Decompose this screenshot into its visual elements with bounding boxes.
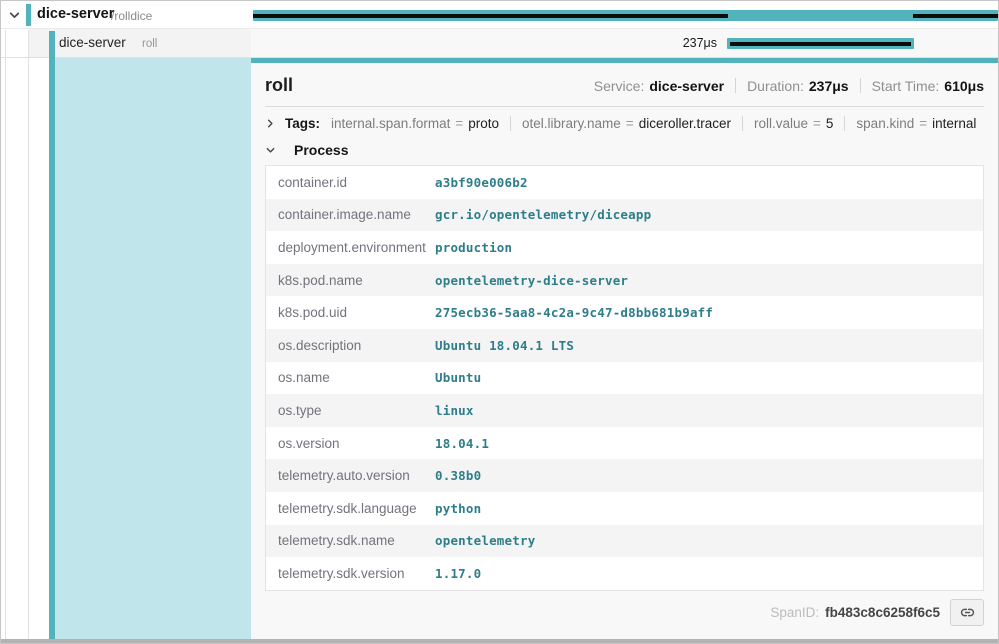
process-table-row: container.ida3bf90e006b2 xyxy=(266,166,983,199)
process-table-row: telemetry.sdk.nameopentelemetry xyxy=(266,525,983,558)
tag-item: roll.value = 5 xyxy=(742,116,844,131)
span-bar-rolldice[interactable] xyxy=(253,10,998,21)
equals-sign: = xyxy=(813,116,821,131)
attribute-key: os.description xyxy=(266,338,435,353)
attribute-key: deployment.environment xyxy=(266,240,435,255)
tags-label: Tags: xyxy=(285,116,320,131)
tag-key: span.kind xyxy=(856,116,914,131)
tag-key: internal.span.format xyxy=(331,116,450,131)
attribute-value: a3bf90e006b2 xyxy=(435,175,528,190)
equals-sign: = xyxy=(626,116,634,131)
duration-value: 237μs xyxy=(809,78,849,94)
attribute-value: 275ecb36-5aa8-4c2a-9c47-d8bb681b9aff xyxy=(435,305,713,320)
chevron-right-icon xyxy=(265,118,276,129)
separator xyxy=(735,78,736,93)
duration-label: Duration: xyxy=(747,78,804,94)
attribute-key: os.name xyxy=(266,370,435,385)
attribute-key: container.id xyxy=(266,175,435,190)
span-detail-panel: roll Service: dice-server Duration: 237μ… xyxy=(251,58,998,639)
process-table-row: telemetry.sdk.version1.17.0 xyxy=(266,557,983,590)
tag-value: proto xyxy=(468,116,499,131)
process-attributes-table: container.ida3bf90e006b2container.image.… xyxy=(265,165,984,591)
process-label: Process xyxy=(294,142,348,158)
link-icon xyxy=(959,604,976,621)
span-row-rolldice[interactable]: dice-server /rolldice xyxy=(1,1,998,29)
attribute-value: gcr.io/opentelemetry/diceapp xyxy=(435,207,651,222)
attribute-key: os.version xyxy=(266,436,435,451)
trace-timeline-view: dice-server /rolldice dice-server roll 2… xyxy=(0,0,999,644)
attribute-value: opentelemetry-dice-server xyxy=(435,273,628,288)
attribute-key: telemetry.sdk.version xyxy=(266,566,435,581)
span-service-name: dice-server xyxy=(59,35,126,50)
tag-item: otel.library.name = diceroller.tracer xyxy=(510,116,742,131)
tag-key: roll.value xyxy=(754,116,808,131)
indent-guide xyxy=(5,30,6,639)
attribute-value: production xyxy=(435,240,512,255)
span-color-bar xyxy=(26,4,31,26)
start-time-value: 610μs xyxy=(944,78,984,94)
tag-item: internal.span.format = proto xyxy=(331,116,510,131)
process-table-row: os.nameUbuntu xyxy=(266,362,983,395)
tags-accordion-header[interactable]: Tags: internal.span.format = proto otel.lib… xyxy=(265,107,984,139)
span-operation-name: roll xyxy=(142,38,157,50)
equals-sign: = xyxy=(455,116,463,131)
tag-item: span.kind = internal xyxy=(844,116,987,131)
process-table-row: os.descriptionUbuntu 18.04.1 LTS xyxy=(266,329,983,362)
process-table-row: os.typelinux xyxy=(266,394,983,427)
start-time-label: Start Time: xyxy=(872,78,940,94)
process-table-row: telemetry.auto.version0.38b0 xyxy=(266,459,983,492)
attribute-key: container.image.name xyxy=(266,207,435,222)
attribute-value: Ubuntu xyxy=(435,370,481,385)
indent-guide xyxy=(28,30,29,639)
equals-sign: = xyxy=(919,116,927,131)
span-operation-name: /rolldice xyxy=(111,9,152,23)
span-overview-metrics: Service: dice-server Duration: 237μs Sta… xyxy=(594,78,984,94)
tags-list: internal.span.format = proto otel.library.n… xyxy=(331,116,987,131)
attribute-key: os.type xyxy=(266,403,435,418)
span-bar-roll[interactable] xyxy=(727,38,914,49)
attribute-key: k8s.pod.uid xyxy=(266,305,435,320)
process-table-row: container.image.namegcr.io/opentelemetry… xyxy=(266,199,983,232)
attribute-key: k8s.pod.name xyxy=(266,273,435,288)
separator xyxy=(860,78,861,93)
tag-key: otel.library.name xyxy=(522,116,621,131)
tag-value: diceroller.tracer xyxy=(639,116,731,131)
span-detail-footer: SpanID: fb483c8c6258f6c5 xyxy=(265,591,984,634)
attribute-value: 0.38b0 xyxy=(435,468,481,483)
span-self-time-segment xyxy=(730,42,911,46)
process-table-row: deployment.environmentproduction xyxy=(266,231,983,264)
span-service-name: dice-server xyxy=(37,6,114,22)
attribute-value: python xyxy=(435,501,481,516)
attribute-value: 18.04.1 xyxy=(435,436,489,451)
process-table-row: os.version18.04.1 xyxy=(266,427,983,460)
process-accordion-header[interactable]: Process xyxy=(265,139,984,165)
attribute-key: telemetry.sdk.name xyxy=(266,533,435,548)
span-duration-label: 237μs xyxy=(683,36,717,50)
tag-value: 5 xyxy=(826,116,834,131)
chevron-down-icon xyxy=(265,145,276,156)
attribute-value: 1.17.0 xyxy=(435,566,481,581)
attribute-value: Ubuntu 18.04.1 LTS xyxy=(435,338,574,353)
deep-link-button[interactable] xyxy=(950,599,984,626)
attribute-key: telemetry.auto.version xyxy=(266,468,435,483)
horizontal-scrollbar[interactable] xyxy=(1,639,998,643)
process-table-row: k8s.pod.nameopentelemetry-dice-server xyxy=(266,264,983,297)
collapse-children-chevron-icon[interactable] xyxy=(7,9,21,23)
spanid-value: fb483c8c6258f6c5 xyxy=(825,605,940,620)
attribute-key: telemetry.sdk.language xyxy=(266,501,435,516)
service-label: Service: xyxy=(594,78,645,94)
span-self-time-segment xyxy=(913,14,998,18)
process-table-row: k8s.pod.uid275ecb36-5aa8-4c2a-9c47-d8bb6… xyxy=(266,296,983,329)
selected-span-tint-block xyxy=(55,58,251,639)
span-detail-header: roll Service: dice-server Duration: 237μ… xyxy=(265,63,984,107)
spanid-label: SpanID: xyxy=(770,605,819,620)
span-self-time-segment xyxy=(253,14,728,18)
process-table-row: telemetry.sdk.languagepython xyxy=(266,492,983,525)
service-value: dice-server xyxy=(649,78,724,94)
attribute-value: opentelemetry xyxy=(435,533,535,548)
span-detail-title: roll xyxy=(265,75,293,96)
attribute-value: linux xyxy=(435,403,474,418)
span-row-roll[interactable]: dice-server roll 237μs xyxy=(1,29,998,58)
tag-value: internal xyxy=(932,116,976,131)
